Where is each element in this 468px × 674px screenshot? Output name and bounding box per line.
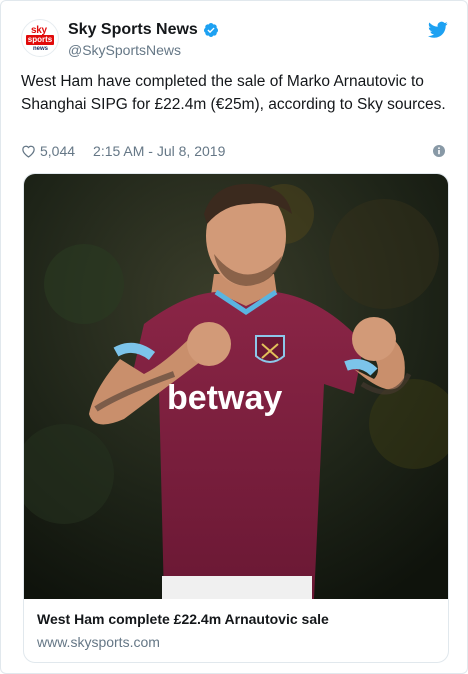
- link-card-title[interactable]: West Ham complete £22.4m Arnautovic sale: [37, 611, 329, 627]
- tweet-timestamp[interactable]: 2:15 AM - Jul 8, 2019: [93, 143, 225, 159]
- account-handle[interactable]: @SkySportsNews: [68, 42, 181, 58]
- tweet-text: West Ham have completed the sale of Mark…: [21, 73, 446, 113]
- logo-news-text: news: [33, 46, 49, 52]
- verified-badge-icon: [203, 23, 218, 37]
- display-name[interactable]: Sky Sports News: [68, 21, 198, 39]
- player-photo: betway: [24, 174, 448, 599]
- link-preview-card[interactable]: betway West Ham complete £22.4m Arnautov…: [23, 173, 449, 663]
- info-icon[interactable]: [433, 145, 445, 157]
- like-count[interactable]: 5,044: [40, 143, 75, 159]
- twitter-bird-icon[interactable]: [428, 21, 448, 39]
- avatar[interactable]: sky sports news: [21, 19, 59, 57]
- link-card-domain[interactable]: www.skysports.com: [37, 634, 160, 650]
- logo-sports-text: sports: [26, 35, 54, 45]
- jersey-sponsor-text: betway: [167, 379, 282, 417]
- sky-sports-news-logo: sky sports news: [24, 23, 56, 53]
- author-name-row: Sky Sports News: [68, 21, 219, 39]
- heart-icon[interactable]: [21, 144, 36, 158]
- tweet-meta: 5,044 2:15 AM - Jul 8, 2019: [21, 143, 225, 159]
- embedded-tweet-card: sky sports news Sky Sports News @SkySpor…: [0, 0, 468, 674]
